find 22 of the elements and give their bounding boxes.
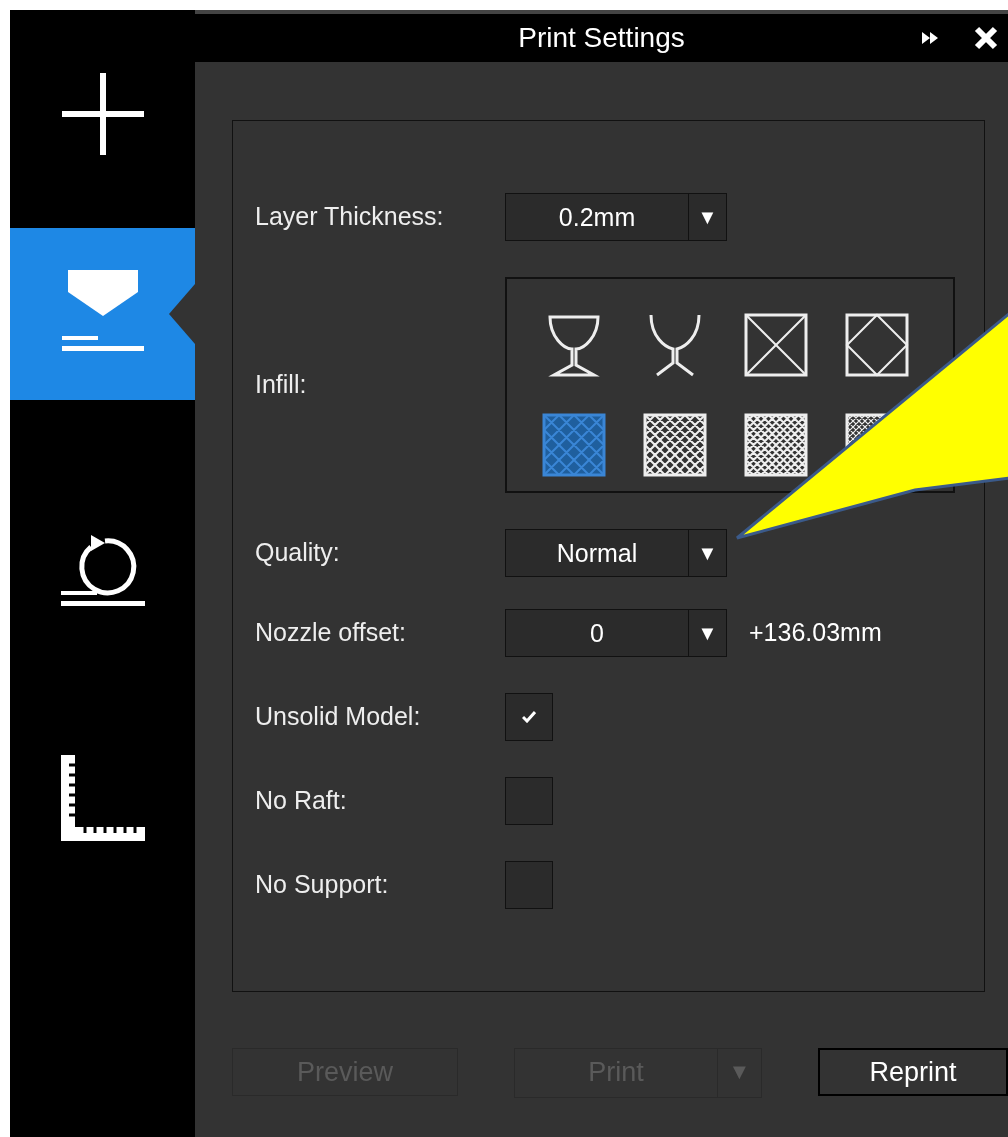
setting-label: Quality:	[255, 537, 341, 569]
setting-label: Layer Thickness:	[255, 201, 445, 233]
ruler-icon	[60, 755, 145, 841]
dropdown[interactable]: 0 ▼	[505, 609, 727, 657]
plus-icon	[61, 73, 144, 155]
dropdown[interactable]: Normal ▼	[505, 529, 727, 577]
close-icon[interactable]	[974, 26, 998, 50]
setting-label: No Support:	[255, 869, 390, 901]
checkbox[interactable]	[505, 777, 553, 825]
dropdown[interactable]: 0.2mm ▼	[505, 193, 727, 241]
sidebar-tab[interactable]	[10, 228, 195, 400]
checkbox[interactable]	[505, 693, 553, 741]
action-button[interactable]: Reprint	[818, 1048, 1008, 1096]
setting-label: Unsolid Model:	[255, 701, 422, 733]
setting-label: No Raft:	[255, 785, 348, 817]
checkbox[interactable]	[505, 861, 553, 909]
fast-forward-icon[interactable]	[922, 32, 938, 44]
window-title: Print Settings	[518, 21, 685, 55]
check-icon	[522, 711, 536, 723]
setting-label: Infill:	[255, 369, 308, 401]
offset-value: +136.03mm	[749, 617, 882, 649]
setting-label: Nozzle offset:	[255, 617, 407, 649]
